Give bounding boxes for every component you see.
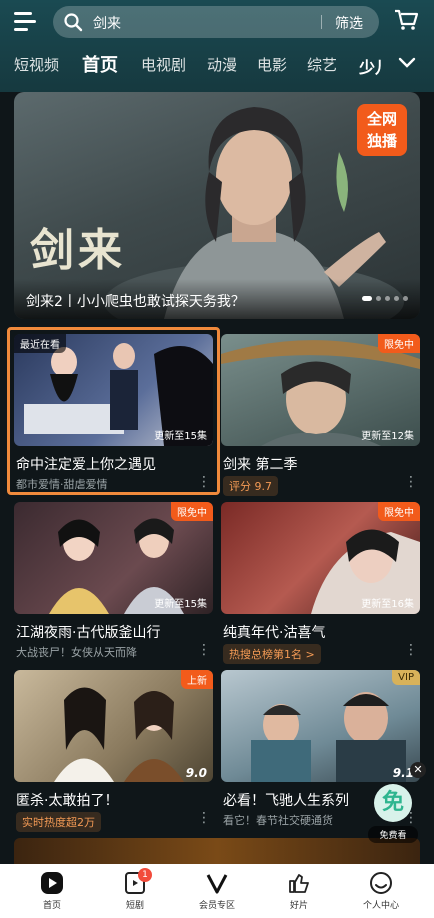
video-thumbnail: 限免中 更新至12集 <box>221 334 420 446</box>
category-tabs: 短视频 首页 电视剧 动漫 电影 综艺 少儿 <box>0 48 434 82</box>
bottom-nav: 首页 1 短剧 会员专区 好片 个人中心 <box>0 864 434 918</box>
nav-profile[interactable]: 个人中心 <box>351 870 411 911</box>
badge-line-1: 全网 <box>366 110 397 128</box>
heat-pill: 实时热度超2万 <box>16 812 101 832</box>
carousel-dot[interactable] <box>403 296 408 301</box>
vip-tag: VIP <box>392 670 420 685</box>
shopping-cart-icon[interactable] <box>393 8 419 32</box>
tab-short-video[interactable]: 短视频 <box>14 54 59 75</box>
search-query: 剑来 <box>93 16 121 32</box>
nav-vip[interactable]: 会员专区 <box>187 870 247 911</box>
card-subtitle: 看它！春节社交硬通货 <box>223 814 333 827</box>
top-header: 剑来 筛选 短视频 首页 电视剧 动漫 电影 综艺 少儿 <box>0 0 434 92</box>
nav-label: 短剧 <box>125 901 144 911</box>
nav-label: 好片 <box>289 901 308 911</box>
free-icon: 免 <box>374 784 412 822</box>
more-options-icon[interactable]: ⋮ <box>404 642 418 658</box>
search-bar[interactable]: 剑来 筛选 <box>53 6 379 38</box>
more-options-icon[interactable]: ⋮ <box>197 642 211 658</box>
rating-score: 9.0 <box>185 766 207 780</box>
video-thumbnail: 上新 9.0 <box>14 670 213 782</box>
nav-home[interactable]: 首页 <box>22 870 82 911</box>
vip-v-icon <box>206 874 228 894</box>
video-thumbnail: 限免中 更新至16集 <box>221 502 420 614</box>
tab-variety[interactable]: 综艺 <box>307 54 337 75</box>
nav-short-drama[interactable]: 1 短剧 <box>105 868 165 911</box>
nav-label: 首页 <box>42 901 61 911</box>
exclusive-badge: 全网 独播 <box>357 104 407 156</box>
carousel-dot[interactable] <box>385 296 390 301</box>
carousel-dots[interactable] <box>358 286 408 305</box>
play-icon <box>41 872 63 894</box>
card-title: 必看！飞驰人生系列 <box>223 793 349 809</box>
video-thumbnail: 限免中 更新至15集 <box>14 502 213 614</box>
free-limited-tag: 限免中 <box>378 502 420 521</box>
video-card[interactable]: 限免中 更新至15集 江湖夜雨·古代版釜山行 大战丧尸！女侠从天而降 ⋮ <box>14 502 213 659</box>
hero-caption: 剑来2丨小小爬虫也敢试探天务我？ <box>26 294 245 310</box>
tab-movie[interactable]: 电影 <box>257 54 287 75</box>
new-release-tag: 上新 <box>181 670 213 689</box>
video-card[interactable]: 限免中 更新至16集 纯真年代·沽喜气 热搜总榜第1名 > ⋮ <box>221 502 420 664</box>
carousel-dot[interactable] <box>394 296 399 301</box>
card-title: 纯真年代·沽喜气 <box>223 625 326 641</box>
video-card[interactable]: 最近在看 更新至15集 命中注定爱上你之遇见 都市爱情·甜虐爱情 ⋮ <box>14 334 213 491</box>
video-thumbnail: 最近在看 更新至15集 <box>14 334 213 446</box>
card-title: 匿杀·太敢拍了！ <box>16 793 119 809</box>
episode-count: 更新至15集 <box>154 431 207 442</box>
video-card[interactable]: 上新 9.0 匿杀·太敢拍了！ 实时热度超2万 ⋮ <box>14 670 213 832</box>
card-title: 江湖夜雨·古代版釜山行 <box>16 625 161 641</box>
free-limited-tag: 限免中 <box>171 502 213 521</box>
card-title: 命中注定爱上你之遇见 <box>16 457 156 473</box>
card-rating: 评分 9.7 <box>223 476 278 496</box>
hero-banner[interactable]: 剑来 全网 独播 剑来2丨小小爬虫也敢试探天务我？ <box>14 92 420 319</box>
more-options-icon[interactable]: ⋮ <box>197 810 211 826</box>
search-icon <box>64 13 83 32</box>
more-options-icon[interactable]: ⋮ <box>404 474 418 490</box>
nav-good-films[interactable]: 好片 <box>269 870 329 911</box>
smiley-icon <box>370 872 392 894</box>
free-limited-tag: 限免中 <box>378 334 420 353</box>
card-subtitle: 大战丧尸！女侠从天而降 <box>16 646 137 659</box>
episode-count: 更新至16集 <box>361 599 414 610</box>
nav-label: 个人中心 <box>362 901 399 911</box>
tab-tv-series[interactable]: 电视剧 <box>141 54 186 75</box>
notification-badge: 1 <box>138 868 152 882</box>
free-watch-float-button[interactable]: 免 免费看 <box>368 784 418 844</box>
thumbs-up-icon <box>289 874 309 893</box>
menu-icon[interactable] <box>14 12 38 32</box>
card-title: 剑来 第二季 <box>223 457 298 473</box>
recently-watched-tag: 最近在看 <box>14 334 66 353</box>
search-divider <box>321 15 322 29</box>
tab-kids[interactable]: 少儿 <box>359 54 383 78</box>
nav-label: 会员专区 <box>198 901 235 911</box>
close-icon[interactable]: ✕ <box>410 762 426 778</box>
thumbnail-art <box>251 692 406 782</box>
card-subtitle: 都市爱情·甜虐爱情 <box>16 478 108 491</box>
hot-rank-pill[interactable]: 热搜总榜第1名 > <box>223 644 321 664</box>
video-card[interactable]: VIP 9.1 必看！飞驰人生系列 看它！春节社交硬通货 ⋮ <box>221 670 420 827</box>
filter-button[interactable]: 筛选 <box>335 13 363 33</box>
more-options-icon[interactable]: ⋮ <box>197 474 211 490</box>
hero-title-calligraphy: 剑来 <box>30 225 126 276</box>
video-thumbnail: VIP 9.1 <box>221 670 420 782</box>
chevron-down-icon[interactable] <box>398 56 416 70</box>
episode-count: 更新至15集 <box>154 599 207 610</box>
free-watch-label: 免费看 <box>368 826 418 843</box>
video-card[interactable]: 限免中 更新至12集 剑来 第二季 评分 9.7 ⋮ <box>221 334 420 496</box>
episode-count: 更新至12集 <box>361 431 414 442</box>
tab-home[interactable]: 首页 <box>82 51 118 77</box>
carousel-dot[interactable] <box>376 296 381 301</box>
carousel-dot[interactable] <box>362 296 372 301</box>
badge-line-2: 独播 <box>366 132 397 150</box>
tab-anime[interactable]: 动漫 <box>207 54 237 75</box>
